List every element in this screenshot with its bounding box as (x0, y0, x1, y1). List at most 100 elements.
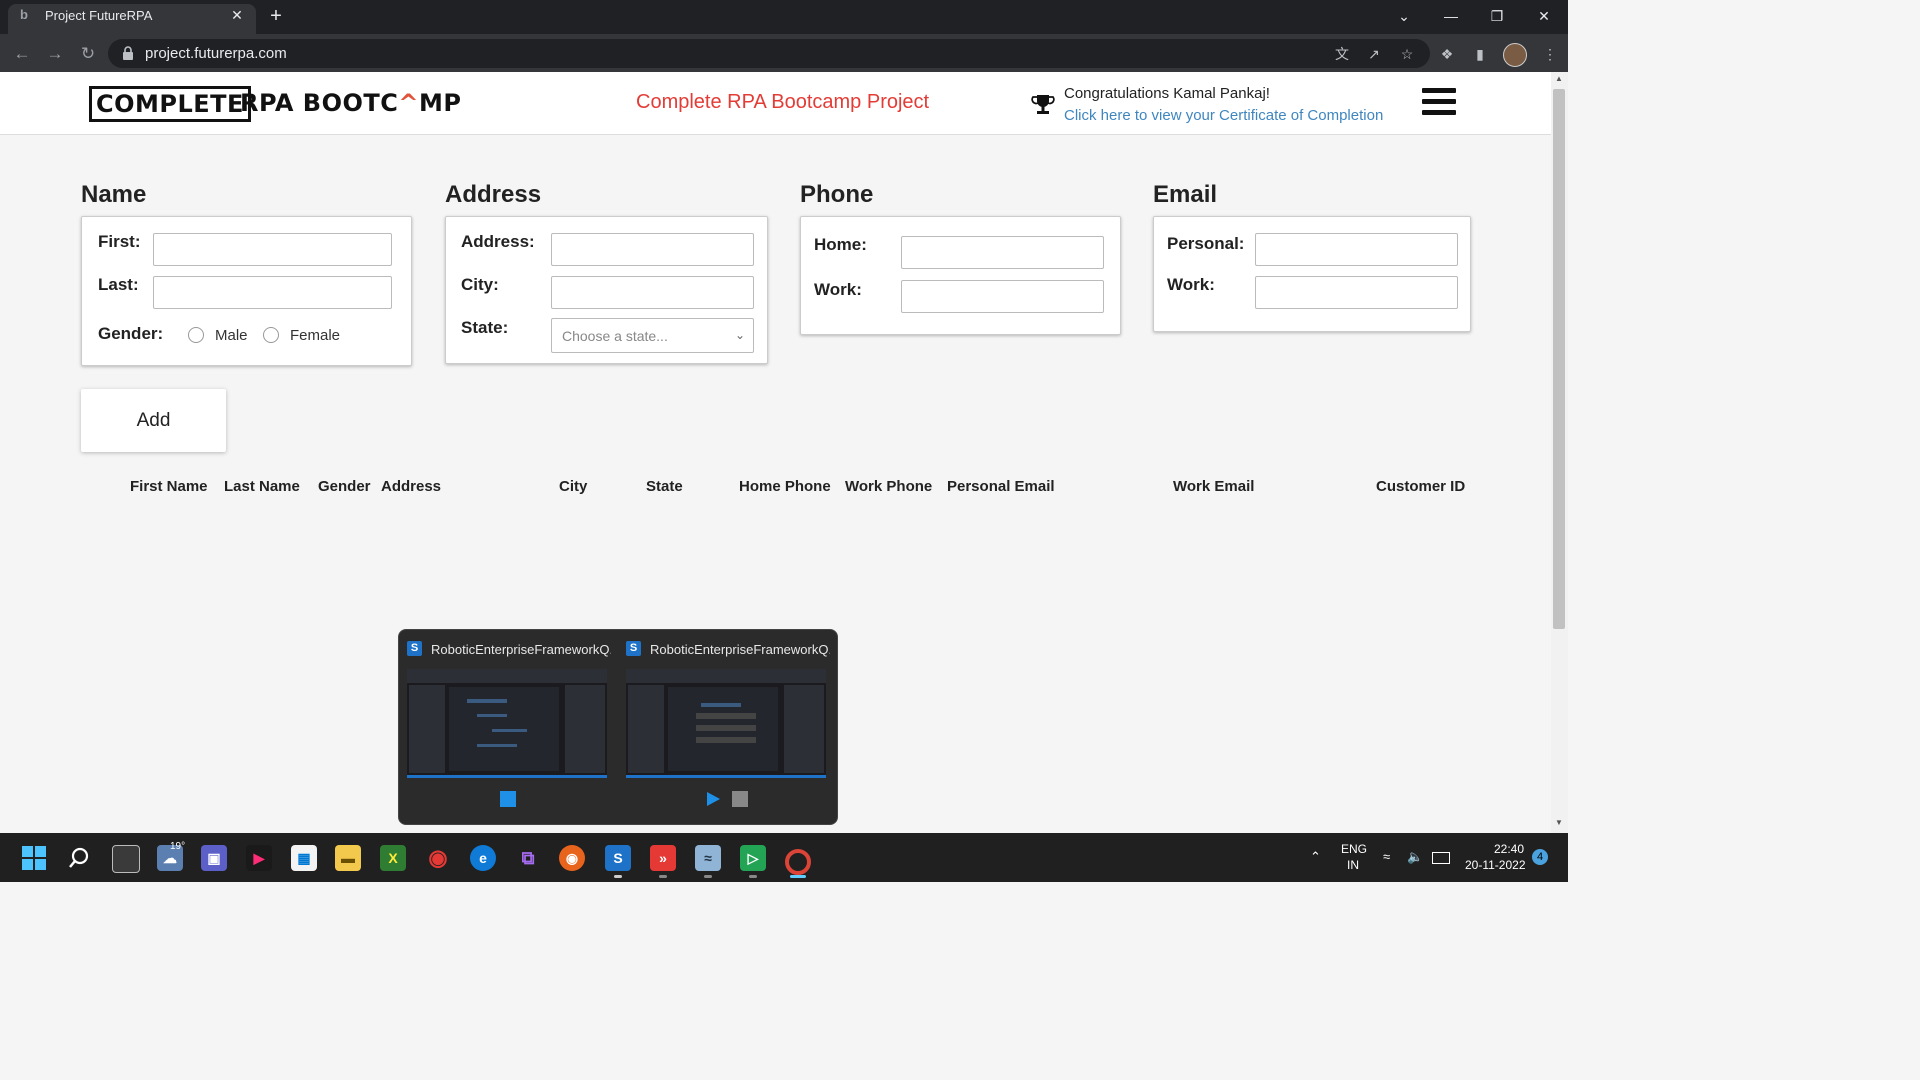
app-indicator (659, 875, 667, 878)
name-section-title: Name (81, 181, 147, 208)
uipath-assistant-icon[interactable]: ▷ (740, 845, 766, 871)
certificate-link[interactable]: Click here to view your Certificate of C… (1064, 107, 1383, 124)
add-button[interactable]: Add (81, 389, 226, 452)
preview-window-1-title[interactable]: RoboticEnterpriseFrameworkQ... (431, 642, 611, 657)
email-section-title: Email (1153, 181, 1218, 208)
task-view-icon[interactable] (112, 845, 140, 873)
battery-icon[interactable] (1432, 852, 1450, 864)
wifi-icon[interactable]: ≈ (1383, 849, 1390, 864)
hamburger-menu-icon[interactable] (1422, 88, 1456, 118)
volume-icon[interactable]: 🔈 (1407, 849, 1423, 865)
profile-avatar[interactable] (1503, 43, 1527, 67)
back-icon[interactable]: ← (11, 43, 33, 65)
language-indicator[interactable]: ENG (1341, 842, 1367, 856)
excel-app-icon[interactable]: X (380, 845, 406, 871)
first-name-label: First: (98, 232, 141, 251)
clock-time[interactable]: 22:40 (1494, 842, 1524, 856)
logo-text-1: RPA BOOTC (240, 89, 399, 117)
translate-icon[interactable]: 文 (1332, 45, 1352, 63)
first-name-input[interactable] (153, 233, 392, 266)
female-radio[interactable] (263, 327, 279, 343)
windows-taskbar (0, 833, 1568, 882)
notification-badge[interactable]: 4 (1532, 849, 1548, 865)
record-app-icon[interactable]: ◉ (425, 845, 451, 871)
minimize-icon[interactable]: — (1437, 5, 1465, 27)
logo-complete[interactable]: COMPLETE (89, 86, 251, 122)
address-bar[interactable] (108, 39, 1430, 68)
scroll-thumb[interactable] (1553, 89, 1565, 629)
uipath-studio-icon: S (626, 641, 641, 656)
app-indicator (704, 875, 712, 878)
gender-label: Gender: (98, 324, 164, 343)
chevron-down-icon: ⌄ (734, 328, 745, 342)
uipath-studio-icon[interactable]: S (605, 845, 631, 871)
scroll-down-icon[interactable]: ▼ (1553, 818, 1565, 830)
stop-icon[interactable] (500, 791, 516, 807)
last-name-label: Last: (98, 275, 139, 294)
address-section-title: Address (445, 181, 542, 208)
app-bolt-icon[interactable]: ▶ (246, 845, 272, 871)
logo-rpa-bootcamp[interactable]: RPA BOOTC^MP (240, 88, 461, 118)
app-indicator (749, 875, 757, 878)
visual-studio-icon[interactable]: ⧉ (515, 845, 541, 871)
teams-chat-icon[interactable]: ▣ (201, 845, 227, 871)
state-label: State: (461, 318, 509, 337)
preview-window-1-thumbnail[interactable] (407, 669, 607, 778)
col-first-name: First Name (130, 478, 208, 495)
restore-icon[interactable]: ❐ (1483, 5, 1511, 27)
col-last-name: Last Name (224, 478, 300, 495)
last-name-input[interactable] (153, 276, 392, 309)
address-label: Address: (461, 232, 535, 251)
windows-start-icon[interactable] (22, 846, 46, 870)
address-input[interactable] (551, 233, 754, 266)
logo-accent: ^ (398, 89, 419, 117)
col-customer-id: Customer ID (1376, 478, 1466, 495)
share-icon[interactable]: ↗ (1364, 45, 1384, 63)
firefox-icon[interactable]: ◉ (559, 845, 585, 871)
col-personal-email: Personal Email (947, 478, 1055, 495)
work-phone-label: Work: (814, 280, 862, 299)
congrats-text: Congratulations Kamal Pankaj! (1064, 85, 1270, 102)
stop-icon[interactable] (732, 791, 748, 807)
uipath-robot-icon[interactable]: » (650, 845, 676, 871)
forward-icon[interactable]: → (44, 43, 66, 65)
phone-panel (800, 216, 1121, 335)
scroll-up-icon[interactable]: ▲ (1553, 74, 1565, 86)
side-panel-icon[interactable]: ▮ (1470, 45, 1490, 63)
reload-icon[interactable]: ↻ (77, 43, 99, 65)
language-region[interactable]: IN (1347, 858, 1359, 872)
tab-close-icon[interactable]: ✕ (228, 6, 246, 24)
browser-menu-icon[interactable]: ⋮ (1540, 45, 1560, 63)
bookmark-star-icon[interactable]: ☆ (1397, 45, 1417, 63)
monitor-app-icon[interactable]: ≈ (695, 845, 721, 871)
male-radio[interactable] (188, 327, 204, 343)
work-phone-input[interactable] (901, 280, 1104, 313)
weather-temperature: 19° (170, 841, 186, 852)
col-state: State (646, 478, 683, 495)
home-phone-input[interactable] (901, 236, 1104, 269)
edge-browser-icon[interactable]: e (470, 845, 496, 871)
personal-email-input[interactable] (1255, 233, 1458, 266)
tab-search-icon[interactable]: ⌄ (1390, 5, 1418, 27)
chrome-browser-icon[interactable] (785, 849, 811, 875)
work-email-input[interactable] (1255, 276, 1458, 309)
phone-section-title: Phone (800, 181, 874, 208)
url-text[interactable]: project.futurerpa.com (145, 45, 287, 62)
city-input[interactable] (551, 276, 754, 309)
search-icon[interactable] (67, 846, 91, 870)
lock-icon (123, 46, 133, 60)
chevron-up-icon[interactable]: ⌃ (1310, 849, 1321, 865)
trophy-icon (1031, 95, 1055, 114)
close-window-icon[interactable]: ✕ (1530, 5, 1558, 27)
city-label: City: (461, 275, 499, 294)
play-icon[interactable] (705, 791, 721, 807)
clock-date[interactable]: 20-11-2022 (1465, 858, 1526, 872)
file-explorer-icon[interactable]: ▬ (335, 845, 361, 871)
male-label: Male (215, 327, 248, 344)
extensions-icon[interactable]: ❖ (1437, 45, 1457, 63)
preview-window-2-title[interactable]: RoboticEnterpriseFrameworkQ... (650, 642, 830, 657)
state-select[interactable]: Choose a state... ⌄ (551, 318, 754, 353)
preview-window-2-thumbnail[interactable] (626, 669, 826, 778)
microsoft-store-icon[interactable]: ▦ (291, 845, 317, 871)
new-tab-button[interactable]: + (266, 6, 286, 26)
